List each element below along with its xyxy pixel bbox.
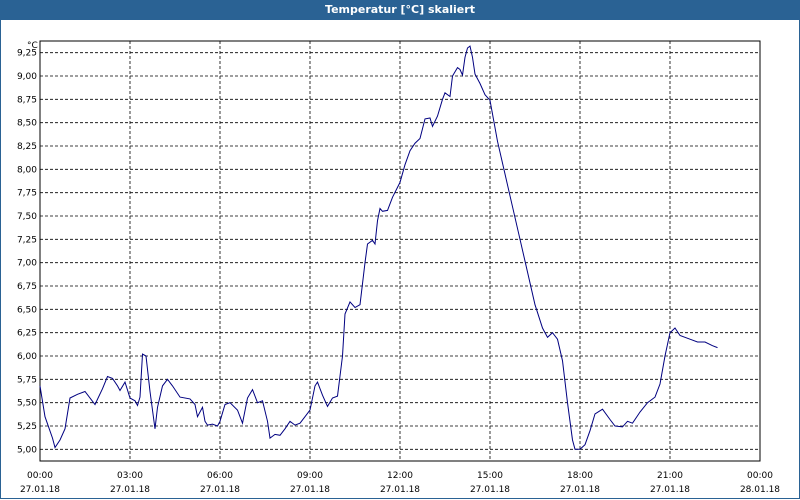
x-tick-time-label: 21:00 <box>657 471 683 481</box>
y-tick-label: 6,25 <box>17 329 37 339</box>
x-tick-time-label: 00:00 <box>747 471 773 481</box>
y-tick-label: 5,25 <box>17 422 37 432</box>
x-tick-date-label: 27.01.18 <box>380 485 420 495</box>
temperature-series-line <box>39 45 718 450</box>
x-tick-time-label: 18:00 <box>567 471 593 481</box>
x-tick-date-label: 27.01.18 <box>470 485 510 495</box>
x-tick-time-label: 00:00 <box>27 471 53 481</box>
y-tick-label: 7,75 <box>17 189 37 199</box>
y-tick-label: 5,75 <box>17 375 37 385</box>
x-tick-time-label: 09:00 <box>297 471 323 481</box>
y-tick-label: 6,75 <box>17 282 37 292</box>
y-tick-label: 8,00 <box>17 165 37 175</box>
x-tick-date-label: 27.01.18 <box>200 485 240 495</box>
y-axis-tick-labels: 5,00 5,25 5,50 5,75 6,00 6,25 6,50 6,75 7,00 7,25… <box>17 49 37 456</box>
y-tick-label: 6,00 <box>17 352 37 362</box>
y-tick-label: 8,75 <box>17 95 37 105</box>
x-tick-time-label: 03:00 <box>117 471 143 481</box>
x-axis-tick-labels: 00:00 27.01.18 03:00 27.01.18 06:00 27.01.18 0… <box>20 471 780 495</box>
x-tick-time-label: 06:00 <box>207 471 233 481</box>
x-tick-date-label: 27.01.18 <box>20 485 60 495</box>
y-tick-label: 7,25 <box>17 235 37 245</box>
temperature-chart: °C 5,005,255,505,756,006,256,506,757,007… <box>17 40 780 495</box>
x-tick-time-label: 12:00 <box>387 471 413 481</box>
x-tick-date-label: 27.01.18 <box>560 485 600 495</box>
y-tick-label: 9,25 <box>17 49 37 59</box>
x-tick-time-label: 15:00 <box>477 471 503 481</box>
x-tick-date-label: 27.01.18 <box>110 485 150 495</box>
y-tick-label: 7,50 <box>17 212 37 222</box>
y-tick-label: 9,00 <box>17 72 37 82</box>
x-tick-date-label: 28.01.18 <box>740 485 780 495</box>
y-tick-label: 5,00 <box>17 445 37 455</box>
y-tick-label: 7,00 <box>17 259 37 269</box>
y-tick-label: 6,50 <box>17 305 37 315</box>
x-tick-date-label: 27.01.18 <box>650 485 690 495</box>
vertical-gridlines <box>129 41 671 461</box>
y-tick-label: 5,50 <box>17 399 37 409</box>
y-tick-label: 8,50 <box>17 119 37 129</box>
x-tick-date-label: 27.01.18 <box>290 485 330 495</box>
y-tick-label: 8,25 <box>17 142 37 152</box>
